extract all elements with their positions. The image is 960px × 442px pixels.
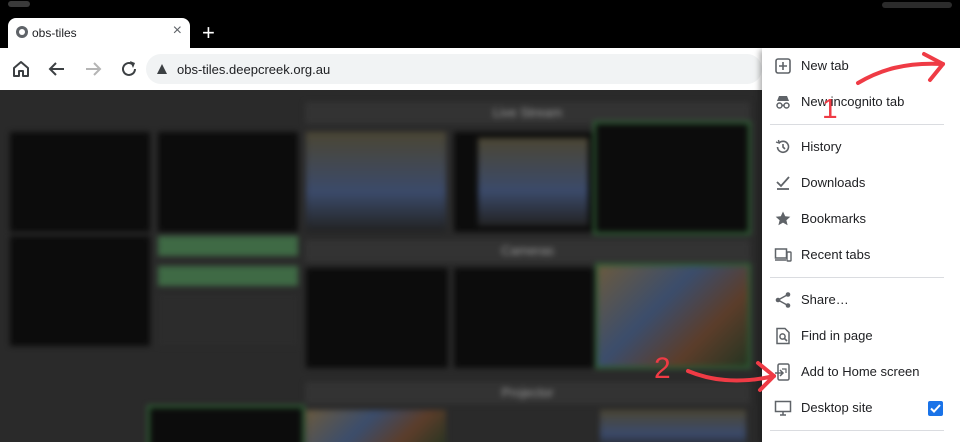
menu-divider xyxy=(770,430,944,431)
status-clock xyxy=(8,1,30,7)
home-icon[interactable] xyxy=(10,58,32,80)
tile[interactable] xyxy=(595,263,751,369)
download-check-icon xyxy=(774,174,792,192)
section-cameras: Cameras xyxy=(305,240,750,262)
tile[interactable] xyxy=(600,410,746,442)
history-icon xyxy=(774,138,792,156)
reload-icon[interactable] xyxy=(118,58,140,80)
menu-item-label: Find in page xyxy=(801,328,873,343)
globe-icon xyxy=(16,26,28,38)
tab-title: obs-tiles xyxy=(32,26,77,40)
menu-item-label: Add to Home screen xyxy=(801,364,920,379)
tab-close-button[interactable]: × xyxy=(173,23,182,39)
menu-item-add-to-home-screen[interactable]: Add to Home screen xyxy=(762,354,960,390)
find-in-page-icon xyxy=(774,327,792,345)
section-projector: Projector xyxy=(305,382,750,404)
menu-item-label: Share… xyxy=(801,292,849,307)
tile xyxy=(478,138,588,226)
menu-item-history[interactable]: History xyxy=(762,129,960,165)
browser-tab[interactable]: obs-tiles × xyxy=(8,18,190,48)
desktop-site-checkbox[interactable] xyxy=(928,401,943,416)
incognito-icon xyxy=(774,93,792,111)
tile[interactable] xyxy=(306,410,446,442)
menu-item-label: Bookmarks xyxy=(801,211,867,226)
tile[interactable] xyxy=(306,268,448,368)
menu-item-recent-tabs[interactable]: Recent tabs xyxy=(762,237,960,273)
tile[interactable] xyxy=(147,405,305,442)
menu-item-new-tab[interactable]: New tab xyxy=(762,48,960,84)
new-tab-button[interactable]: + xyxy=(202,22,215,44)
menu-item-label: Recent tabs xyxy=(801,247,871,262)
forward-arrow-icon[interactable] xyxy=(82,58,104,80)
star-icon xyxy=(774,210,792,228)
tile[interactable] xyxy=(10,132,150,232)
menu-divider xyxy=(770,277,944,278)
menu-item-bookmarks[interactable]: Bookmarks xyxy=(762,201,960,237)
menu-item-label: History xyxy=(801,139,842,154)
tile[interactable] xyxy=(593,121,751,235)
overflow-menu: New tab New incognito tab History Downlo… xyxy=(762,48,960,442)
menu-divider xyxy=(770,124,944,125)
site-info-warning-icon[interactable] xyxy=(156,62,168,80)
tile[interactable] xyxy=(306,132,446,232)
desktop-icon xyxy=(774,399,792,417)
menu-item-find-in-page[interactable]: Find in page xyxy=(762,318,960,354)
tile[interactable] xyxy=(158,132,298,232)
menu-item-label: New incognito tab xyxy=(801,94,905,109)
menu-item-share[interactable]: Share… xyxy=(762,282,960,318)
tile[interactable] xyxy=(10,236,150,346)
tile[interactable] xyxy=(158,236,298,256)
tile xyxy=(158,294,298,346)
tile[interactable] xyxy=(158,266,298,286)
back-arrow-icon[interactable] xyxy=(46,58,68,80)
menu-item-desktop-site[interactable]: Desktop site xyxy=(762,390,960,426)
menu-item-label: New tab xyxy=(801,58,849,73)
plus-box-icon xyxy=(774,57,792,75)
devices-icon xyxy=(774,246,792,264)
menu-item-label: Desktop site xyxy=(801,400,873,415)
check-icon xyxy=(930,404,941,413)
tile[interactable] xyxy=(454,268,594,368)
system-status-bar xyxy=(0,0,960,14)
status-icons xyxy=(882,2,952,8)
section-live-stream: Live Stream xyxy=(305,102,750,124)
tab-strip: obs-tiles × + xyxy=(0,14,960,48)
add-to-home-icon xyxy=(774,363,792,381)
share-icon xyxy=(774,291,792,309)
url-text: obs-tiles.deepcreek.org.au xyxy=(177,62,331,77)
menu-item-new-incognito-tab[interactable]: New incognito tab xyxy=(762,84,960,120)
menu-item-downloads[interactable]: Downloads xyxy=(762,165,960,201)
menu-item-label: Downloads xyxy=(801,175,866,190)
address-bar[interactable]: obs-tiles.deepcreek.org.au xyxy=(146,54,762,84)
